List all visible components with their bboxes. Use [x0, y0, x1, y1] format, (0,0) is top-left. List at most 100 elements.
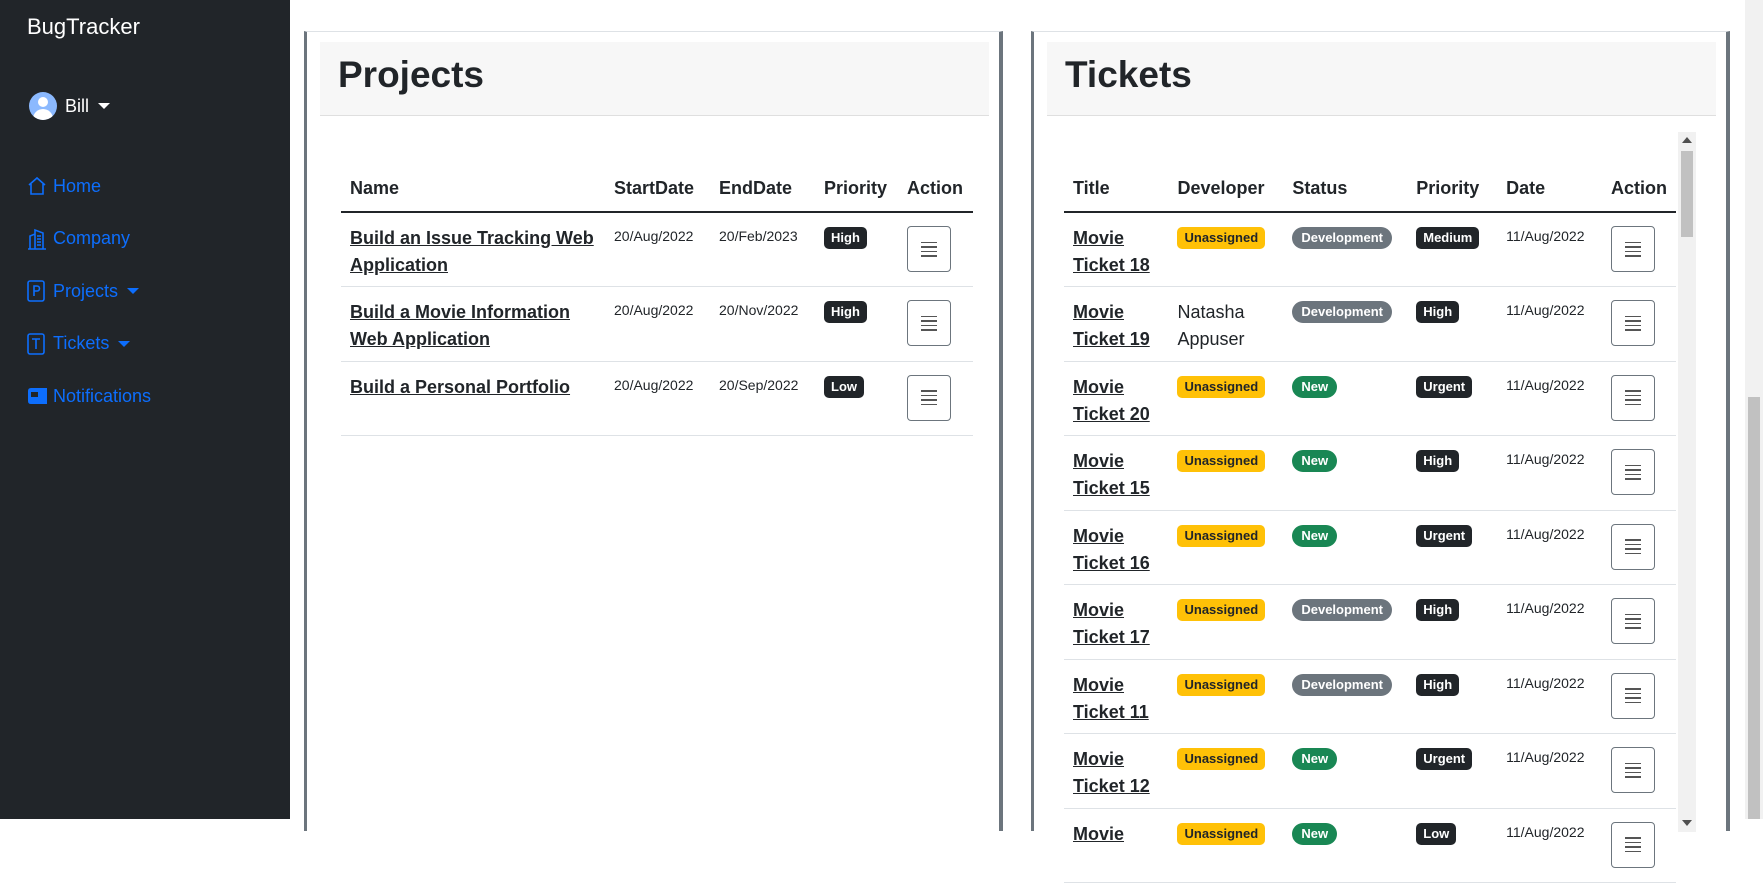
- column-header: Date: [1497, 166, 1602, 213]
- app-brand[interactable]: BugTracker: [27, 14, 140, 40]
- chevron-down-icon: [98, 103, 111, 109]
- developer-badge: Unassigned: [1177, 524, 1266, 547]
- ticket-date: 11/Aug/2022: [1506, 674, 1585, 691]
- action-menu-button[interactable]: [1611, 821, 1655, 868]
- action-menu-button[interactable]: [1611, 672, 1655, 719]
- projects-title: Projects: [338, 54, 485, 95]
- action-menu-button[interactable]: [1611, 598, 1655, 644]
- priority-badge: Medium: [1416, 227, 1480, 249]
- column-header: Priority: [815, 166, 898, 213]
- ticket-date: 11/Aug/2022: [1506, 749, 1585, 765]
- sidebar-item-projects[interactable]: Projects: [27, 265, 151, 318]
- table-row: Movie Ticket 11 Unassigned Development H…: [1064, 659, 1676, 734]
- sidebar-item-home[interactable]: Home: [27, 160, 151, 213]
- action-menu-button[interactable]: [1611, 226, 1655, 272]
- status-badge: New: [1292, 524, 1338, 547]
- sidebar-item-label: Notifications: [53, 385, 152, 406]
- ticket-date: 11/Aug/2022: [1506, 600, 1585, 616]
- priority-badge: High: [824, 227, 867, 249]
- sidebar-item-tickets[interactable]: Tickets: [27, 318, 151, 371]
- priority-badge: High: [1416, 301, 1460, 323]
- user-menu[interactable]: Bill: [29, 92, 111, 120]
- status-badge: Development: [1292, 227, 1392, 249]
- ticket-date: 11/Aug/2022: [1506, 302, 1585, 318]
- end-date: 20/Sep/2022: [719, 376, 799, 393]
- notification-icon: [27, 384, 49, 408]
- ticket-link[interactable]: Movie Ticket 17: [1073, 597, 1159, 651]
- ticket-date: 11/Aug/2022: [1506, 451, 1585, 467]
- status-badge: New: [1292, 375, 1338, 398]
- project-link[interactable]: Build a Movie Information Web Applicatio…: [350, 299, 596, 353]
- sidebar-nav: Home Company Projects Tickets Notificati…: [27, 160, 151, 423]
- priority-badge: Urgent: [1416, 375, 1473, 398]
- sidebar: BugTracker Bill Home Company Projects Ti…: [0, 0, 290, 819]
- ticket-link[interactable]: Movie: [1073, 821, 1124, 848]
- tickets-scrollbar[interactable]: [1678, 132, 1696, 832]
- table-header-row: Name StartDate EndDate Priority Action: [341, 166, 973, 213]
- developer-badge: Unassigned: [1177, 748, 1266, 770]
- developer-badge: Unassigned: [1177, 673, 1266, 696]
- table-row: Movie Ticket 15 Unassigned New High 11/A…: [1064, 435, 1676, 511]
- sidebar-item-label: Tickets: [53, 333, 110, 354]
- start-date: 20/Aug/2022: [614, 302, 694, 318]
- ticket-date: 11/Aug/2022: [1506, 525, 1585, 542]
- priority-badge: Urgent: [1416, 748, 1473, 770]
- action-menu-button[interactable]: [1611, 523, 1655, 570]
- ticket-link[interactable]: Movie Ticket 19: [1073, 299, 1159, 353]
- priority-badge: High: [1416, 450, 1460, 472]
- ticket-link[interactable]: Movie Ticket 20: [1073, 374, 1159, 428]
- action-menu-button[interactable]: [907, 226, 951, 272]
- table-row: Movie Ticket 20 Unassigned New Urgent 11…: [1064, 361, 1676, 436]
- priority-badge: Urgent: [1416, 524, 1473, 547]
- status-badge: Development: [1292, 673, 1392, 696]
- table-row: Movie Ticket 17 Unassigned Development H…: [1064, 584, 1676, 660]
- column-header: Status: [1283, 166, 1408, 213]
- page-scrollbar[interactable]: [1745, 0, 1763, 819]
- table-row: Movie Unassigned New Low 11/Aug/2022: [1064, 808, 1676, 883]
- column-header: Action: [898, 166, 973, 213]
- tickets-panel: Tickets Title Developer Status Priority …: [1031, 31, 1730, 883]
- action-menu-button[interactable]: [907, 374, 951, 421]
- projects-table: Name StartDate EndDate Priority Action B…: [341, 166, 973, 436]
- ticket-link[interactable]: Movie Ticket 12: [1073, 746, 1159, 800]
- sidebar-item-label: Projects: [53, 280, 119, 301]
- tickets-title: Tickets: [1065, 54, 1192, 95]
- tickets-table: Title Developer Status Priority Date Act…: [1064, 166, 1676, 883]
- ticket-date: 11/Aug/2022: [1506, 376, 1585, 393]
- project-link[interactable]: Build a Personal Portfolio: [350, 374, 570, 401]
- file-p-icon: [27, 279, 49, 303]
- column-header: Priority: [1407, 166, 1498, 213]
- action-menu-button[interactable]: [1611, 300, 1655, 346]
- status-badge: New: [1292, 822, 1338, 845]
- project-link[interactable]: Build an Issue Tracking Web Application: [350, 225, 596, 279]
- scroll-up-arrow-icon[interactable]: [1682, 137, 1692, 143]
- building-icon: [27, 227, 49, 251]
- table-header-row: Title Developer Status Priority Date Act…: [1064, 166, 1676, 213]
- ticket-link[interactable]: Movie Ticket 15: [1073, 448, 1159, 502]
- action-menu-button[interactable]: [1611, 449, 1655, 495]
- action-menu-button[interactable]: [1611, 374, 1655, 421]
- ticket-date: 11/Aug/2022: [1506, 823, 1585, 840]
- scroll-down-arrow-icon[interactable]: [1682, 820, 1692, 826]
- sidebar-item-company[interactable]: Company: [27, 213, 151, 266]
- table-row: Movie Ticket 18 Unassigned Development M…: [1064, 212, 1676, 287]
- scrollbar-thumb[interactable]: [1681, 151, 1693, 237]
- action-menu-button[interactable]: [907, 300, 951, 346]
- developer-badge: Unassigned: [1177, 227, 1266, 249]
- chevron-down-icon: [127, 288, 140, 295]
- developer-name: Natasha Appuser: [1177, 302, 1245, 349]
- ticket-link[interactable]: Movie Ticket 16: [1073, 523, 1159, 577]
- sidebar-item-notifications[interactable]: Notifications: [27, 370, 151, 423]
- column-header: StartDate: [605, 166, 710, 213]
- priority-badge: High: [1416, 673, 1460, 696]
- ticket-link[interactable]: Movie Ticket 11: [1073, 672, 1159, 726]
- action-menu-button[interactable]: [1611, 747, 1655, 793]
- scrollbar-thumb[interactable]: [1748, 397, 1760, 819]
- ticket-link[interactable]: Movie Ticket 18: [1073, 225, 1159, 279]
- status-badge: New: [1292, 450, 1338, 472]
- developer-badge: Unassigned: [1177, 375, 1266, 398]
- status-badge: Development: [1292, 599, 1392, 621]
- end-date: 20/Feb/2023: [719, 228, 798, 244]
- user-name: Bill: [65, 95, 90, 116]
- developer-badge: Unassigned: [1177, 822, 1266, 845]
